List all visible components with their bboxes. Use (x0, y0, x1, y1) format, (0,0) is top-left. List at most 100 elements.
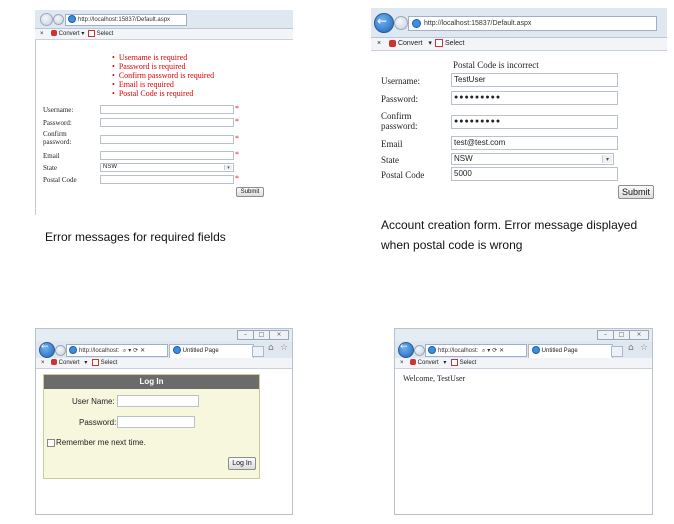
url-field[interactable]: http://localhost:15837/Default.aspx (408, 16, 657, 31)
password-label: Password: (43, 119, 72, 127)
convert-dropdown-icon[interactable]: ▾ (84, 360, 87, 366)
address-bar: ← http://localhost: ⌕ ▾ ⟳ ✕ Untitled Pag… (36, 341, 292, 359)
password-field[interactable]: ●●●●●●●●● (451, 91, 618, 105)
password-label: Password: (381, 94, 419, 104)
required-mark: * (235, 174, 239, 183)
email-label: Email (381, 139, 403, 149)
url-field[interactable]: http://localhost: ⌕ ▾ ⟳ ✕ (66, 344, 168, 357)
convert-button[interactable]: Convert ▾ (51, 358, 87, 368)
new-tab-button[interactable] (611, 346, 623, 357)
back-arrow-icon: ← (400, 342, 408, 352)
required-mark: * (235, 134, 239, 143)
confirm-password-field[interactable] (100, 135, 234, 144)
favorites-star-icon[interactable]: ☆ (280, 343, 288, 353)
maximize-button[interactable]: □ (253, 330, 270, 340)
login-button[interactable]: Log In (228, 457, 256, 470)
select-button[interactable]: Select (92, 358, 117, 368)
browser-tab[interactable]: Untitled Page (528, 344, 613, 359)
minimize-button[interactable]: – (237, 330, 254, 340)
password-input[interactable] (117, 416, 195, 428)
confirm-password-field[interactable]: ●●●●●●●●● (451, 115, 618, 129)
panel-3-browser: – □ × ← http://localhost: ⌕ ▾ ⟳ ✕ Untitl… (35, 328, 293, 515)
username-label: Username: (381, 76, 420, 86)
chevron-down-icon[interactable]: ▾ (224, 165, 232, 171)
search-icon[interactable]: ⌕ ▾ ⟳ ✕ (482, 347, 504, 354)
back-button[interactable] (40, 13, 53, 26)
convert-dropdown-icon[interactable]: ▾ (428, 40, 432, 47)
convert-label: Convert (417, 360, 439, 366)
toolbar-close-button[interactable]: × (40, 29, 44, 39)
maximize-button[interactable]: □ (613, 330, 630, 340)
state-label: State (43, 164, 57, 172)
back-arrow-icon: ← (377, 14, 388, 28)
url-field[interactable]: http://localhost: ⌕ ▾ ⟳ ✕ (425, 344, 527, 357)
postal-code-error: Postal Code is incorrect (453, 60, 539, 70)
forward-button[interactable] (394, 16, 408, 30)
convert-button[interactable]: Convert ▾ (51, 29, 84, 39)
close-window-button[interactable]: × (629, 330, 649, 340)
convert-dropdown-icon[interactable]: ▾ (443, 360, 446, 366)
home-icon[interactable]: ⌂ (628, 343, 634, 353)
close-window-button[interactable]: × (269, 330, 289, 340)
home-icon[interactable]: ⌂ (268, 343, 274, 353)
browser-tab[interactable]: Untitled Page (169, 344, 254, 359)
favorites-star-icon[interactable]: ☆ (640, 343, 648, 353)
convert-icon (51, 359, 57, 366)
toolbar-close-button[interactable]: × (400, 358, 404, 368)
submit-button[interactable]: Submit (236, 187, 264, 197)
state-select[interactable]: NSW ▾ (451, 153, 614, 165)
convert-label: Convert (397, 40, 423, 47)
required-mark: * (235, 104, 239, 113)
select-button[interactable]: Select (88, 29, 113, 39)
username-field[interactable] (100, 105, 234, 114)
postal-code-field[interactable]: 5000 (451, 167, 618, 181)
ie-page-icon (532, 346, 540, 355)
select-icon (435, 39, 443, 48)
submit-button[interactable]: Submit (618, 185, 654, 199)
state-label: State (381, 155, 399, 165)
chevron-down-icon[interactable]: ▾ (602, 155, 612, 163)
url-text: http://localhost: (438, 348, 479, 354)
select-icon (92, 358, 99, 366)
postal-code-field[interactable] (100, 175, 234, 184)
select-icon (451, 358, 458, 366)
convert-button[interactable]: Convert ▾ (389, 38, 432, 50)
forward-button[interactable] (55, 345, 66, 356)
tab-title: Untitled Page (541, 348, 578, 354)
url-text: http://localhost:15837/Default.aspx (78, 17, 171, 23)
email-label: Email (43, 152, 60, 160)
toolbar-close-button[interactable]: × (41, 358, 45, 368)
tab-title: Untitled Page (182, 348, 219, 354)
username-input[interactable] (117, 395, 199, 407)
ie-page-icon (69, 346, 77, 355)
remember-me-checkbox[interactable] (47, 439, 55, 447)
convert-button[interactable]: Convert ▾ (410, 358, 446, 368)
select-label: Select (96, 31, 114, 37)
email-field[interactable] (100, 151, 234, 160)
password-field[interactable] (100, 118, 234, 127)
minimize-button[interactable]: – (597, 330, 614, 340)
select-button[interactable]: Select (435, 38, 464, 50)
email-field[interactable]: test@test.com (451, 136, 618, 150)
panel-1-browser: http://localhost:15837/Default.aspx × Co… (35, 10, 293, 215)
title-bar: – □ × (36, 329, 292, 341)
search-icon[interactable]: ⌕ ▾ ⟳ ✕ (123, 347, 145, 354)
username-field[interactable]: TestUser (451, 73, 618, 87)
state-select[interactable]: NSW ▾ (100, 163, 234, 172)
toolbar-close-button[interactable]: × (377, 38, 381, 50)
convert-label: Convert (58, 31, 80, 37)
ie-page-icon (428, 346, 436, 355)
forward-button[interactable] (414, 345, 425, 356)
window-edge (35, 10, 36, 215)
caption-postal-error-line1: Account creation form. Error message dis… (381, 218, 638, 232)
convert-dropdown-icon[interactable]: ▾ (81, 31, 84, 37)
url-field[interactable]: http://localhost:15837/Default.aspx (65, 14, 187, 26)
postal-code-label: Postal Code (381, 170, 425, 180)
address-bar: ← http://localhost: ⌕ ▾ ⟳ ✕ Untitled Pag… (395, 341, 652, 359)
error-item: • Confirm password is required (112, 71, 215, 80)
new-tab-button[interactable] (252, 346, 264, 357)
caption-postal-error-line2: when postal code is wrong (381, 238, 523, 252)
url-text: http://localhost:15837/Default.aspx (424, 20, 532, 27)
select-button[interactable]: Select (451, 358, 476, 368)
forward-button[interactable] (53, 14, 64, 25)
